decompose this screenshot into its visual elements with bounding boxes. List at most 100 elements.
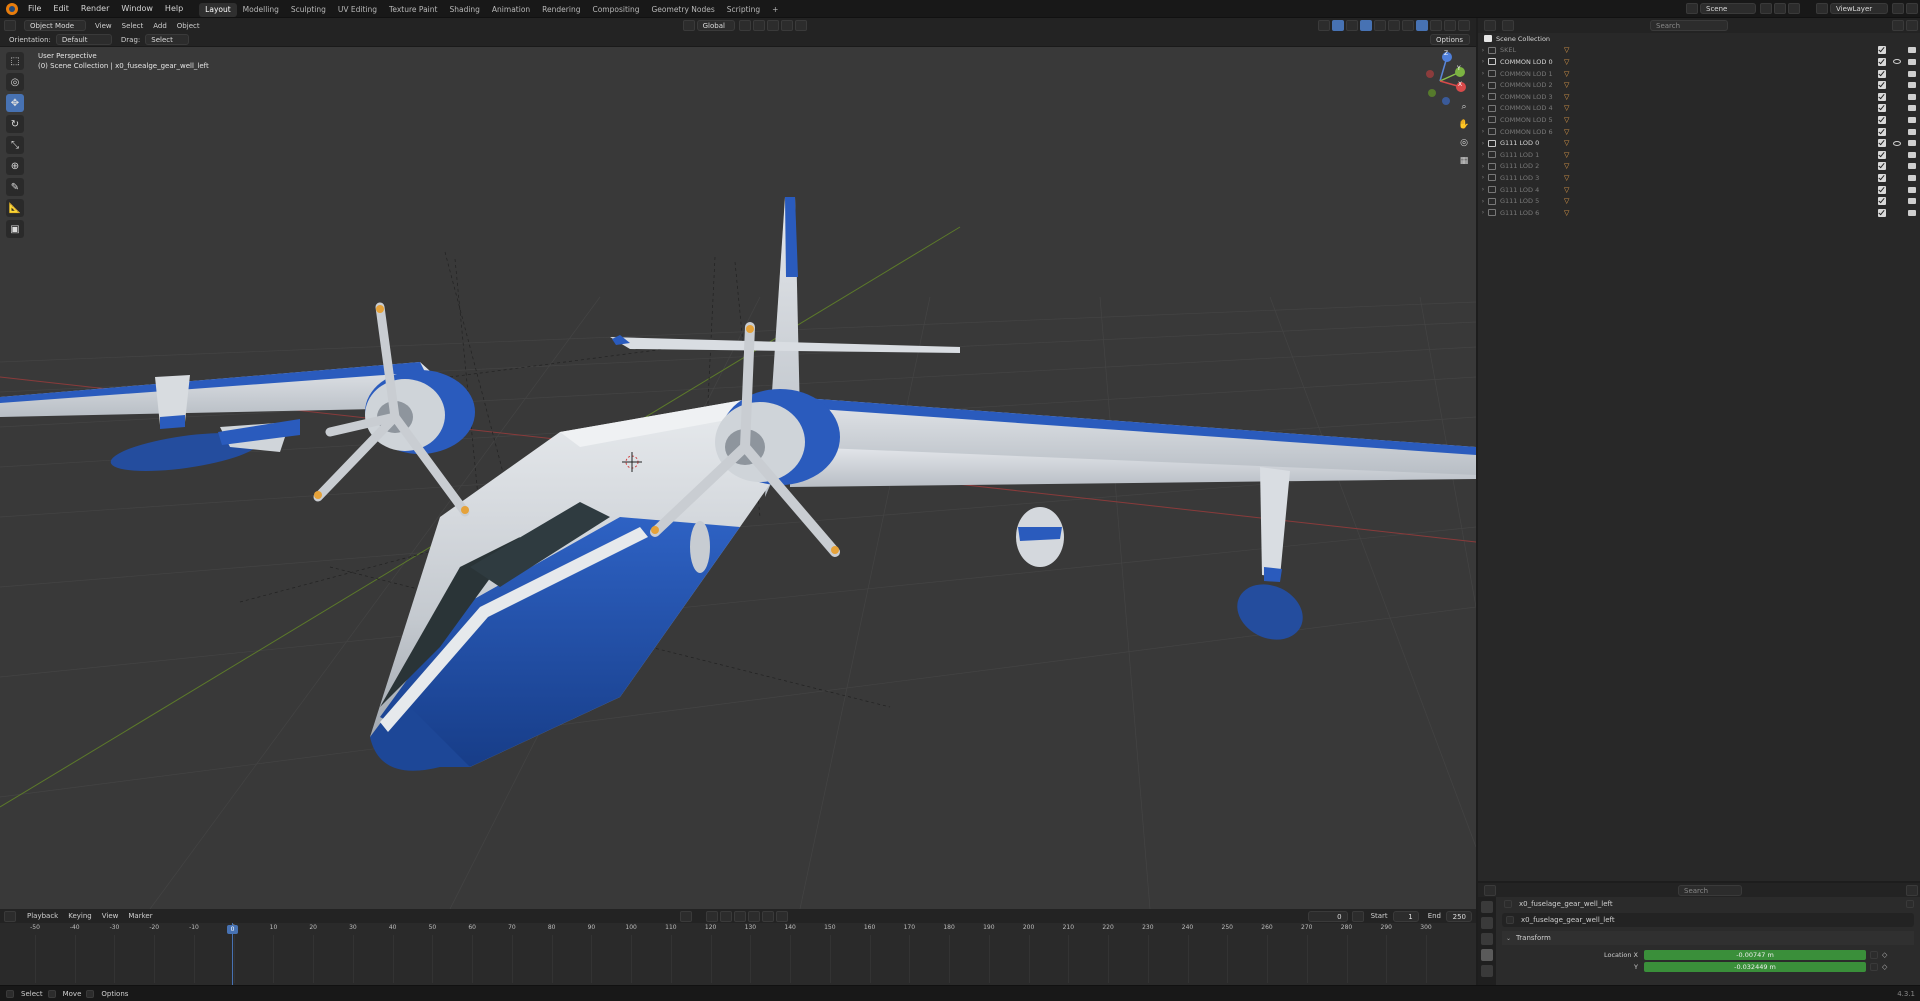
outliner-row[interactable]: › COMMON LOD 2 ▽: [1478, 79, 1920, 91]
render-tab-icon[interactable]: [1481, 917, 1493, 929]
tab-rendering[interactable]: Rendering: [536, 3, 586, 17]
tab-uv-editing[interactable]: UV Editing: [332, 3, 383, 17]
pin-properties-icon[interactable]: [1906, 900, 1914, 908]
eye-icon[interactable]: [1893, 59, 1901, 65]
tab-sculpting[interactable]: Sculpting: [285, 3, 332, 17]
mode-selector[interactable]: Object Mode: [24, 20, 86, 31]
options-dropdown[interactable]: Options: [1430, 34, 1470, 45]
outliner-row-label[interactable]: COMMON LOD 4: [1500, 104, 1562, 112]
lock-y-icon[interactable]: [1870, 962, 1878, 971]
annotate-tool-icon[interactable]: ✎: [6, 178, 24, 196]
expand-chevron-icon[interactable]: ›: [1478, 58, 1488, 65]
outliner-row-label[interactable]: COMMON LOD 3: [1500, 93, 1562, 101]
end-frame-field[interactable]: 250: [1446, 910, 1472, 922]
overlay-toggle-icon[interactable]: [1360, 20, 1372, 31]
expand-chevron-icon[interactable]: ›: [1478, 93, 1488, 100]
render-camera-icon[interactable]: [1908, 116, 1916, 123]
outliner-row[interactable]: › COMMON LOD 4 ▽: [1478, 103, 1920, 115]
blender-logo-icon[interactable]: [6, 2, 18, 15]
menu-file[interactable]: File: [22, 0, 47, 18]
exclude-checkbox[interactable]: [1878, 139, 1886, 148]
exclude-checkbox[interactable]: [1878, 208, 1886, 217]
outliner-row-label[interactable]: COMMON LOD 6: [1500, 128, 1562, 136]
outliner-row[interactable]: › G111 LOD 4 ▽: [1478, 184, 1920, 196]
outliner-row-label[interactable]: COMMON LOD 2: [1500, 81, 1562, 89]
snap-target-icon[interactable]: [766, 20, 779, 31]
render-camera-icon[interactable]: [1908, 47, 1916, 54]
jump-end-icon[interactable]: [775, 910, 788, 922]
auto-key-icon[interactable]: [679, 910, 692, 922]
gizmo-y-label[interactable]: Y: [1457, 65, 1461, 72]
timeline-ruler[interactable]: -50 -40 -30 -20 -10 0 10 20 30 40 50 60 70 80 90 100 110…: [0, 924, 1476, 936]
expand-chevron-icon[interactable]: ›: [1478, 70, 1488, 77]
outliner-row-label[interactable]: COMMON LOD 0: [1500, 58, 1562, 66]
menu-timeline-view[interactable]: View: [97, 912, 124, 920]
menu-window[interactable]: Window: [115, 0, 159, 18]
measure-tool-icon[interactable]: 📐: [6, 199, 24, 217]
expand-chevron-icon[interactable]: ›: [1478, 140, 1488, 147]
expand-chevron-icon[interactable]: ›: [1478, 198, 1488, 205]
render-camera-icon[interactable]: [1908, 140, 1916, 147]
rotate-tool-icon[interactable]: ↻: [6, 115, 24, 133]
exclude-checkbox[interactable]: [1878, 92, 1886, 101]
filter-icon[interactable]: [1892, 20, 1904, 31]
outliner-row-label[interactable]: G111 LOD 2: [1500, 162, 1562, 170]
xray-icon[interactable]: [1388, 20, 1400, 31]
playhead-frame-badge[interactable]: 0: [227, 925, 238, 934]
expand-chevron-icon[interactable]: ›: [1478, 174, 1488, 181]
outliner-row[interactable]: › G111 LOD 3 ▽: [1478, 172, 1920, 184]
3d-viewport[interactable]: User Perspective (0) Scene Collection | …: [0, 47, 1476, 909]
tab-layout[interactable]: Layout: [199, 2, 237, 17]
outliner-row-label[interactable]: G111 LOD 4: [1500, 186, 1562, 194]
render-camera-icon[interactable]: [1908, 163, 1916, 170]
shading-menu-icon[interactable]: [1458, 20, 1470, 31]
outliner-row-label[interactable]: G111 LOD 6: [1500, 209, 1562, 217]
editor-type-icon[interactable]: [4, 20, 16, 31]
outliner-row[interactable]: › G111 LOD 2 ▽: [1478, 161, 1920, 173]
exclude-checkbox[interactable]: [1878, 104, 1886, 113]
properties-search-input[interactable]: Search: [1678, 884, 1742, 896]
outliner-row[interactable]: › COMMON LOD 6 ▽: [1478, 126, 1920, 138]
preview-range-icon[interactable]: [1351, 910, 1364, 922]
menu-object[interactable]: Object: [172, 22, 205, 30]
eye-icon[interactable]: [1893, 140, 1901, 146]
render-camera-icon[interactable]: [1908, 93, 1916, 100]
visibility-icon[interactable]: [1318, 20, 1330, 31]
tab-compositing[interactable]: Compositing: [586, 3, 645, 17]
outliner-editor-type-icon[interactable]: [1484, 20, 1496, 31]
exclude-checkbox[interactable]: [1878, 127, 1886, 136]
outliner-row[interactable]: › G111 LOD 1 ▽: [1478, 149, 1920, 161]
expand-chevron-icon[interactable]: ›: [1478, 209, 1488, 216]
gizmo-menu-icon[interactable]: [1346, 20, 1358, 31]
gizmo-x-label[interactable]: X: [1458, 81, 1462, 88]
proportional-edit-icon[interactable]: [780, 20, 793, 31]
pan-hand-icon[interactable]: ✋: [1456, 117, 1472, 133]
cursor-tool-icon[interactable]: ◎: [6, 73, 24, 91]
play-reverse-icon[interactable]: [733, 910, 746, 922]
exclude-checkbox[interactable]: [1878, 115, 1886, 124]
shading-material-icon[interactable]: [1430, 20, 1442, 31]
proportional-falloff-icon[interactable]: [794, 20, 807, 31]
add-cube-tool-icon[interactable]: ▣: [6, 220, 24, 238]
expand-chevron-icon[interactable]: ›: [1478, 186, 1488, 193]
render-camera-icon[interactable]: [1908, 82, 1916, 89]
outliner-row-label[interactable]: G111 LOD 3: [1500, 174, 1562, 182]
render-camera-icon[interactable]: [1908, 198, 1916, 205]
new-collection-icon[interactable]: [1906, 20, 1918, 31]
render-camera-icon[interactable]: [1908, 58, 1916, 65]
object-tab-icon[interactable]: [1481, 949, 1493, 961]
tool-tab-icon[interactable]: [1481, 901, 1493, 913]
select-tool-icon[interactable]: ⬚: [6, 52, 24, 70]
menu-render[interactable]: Render: [75, 0, 115, 18]
exclude-checkbox[interactable]: [1878, 162, 1886, 171]
menu-help[interactable]: Help: [159, 0, 189, 18]
delete-scene-icon[interactable]: [1788, 3, 1800, 14]
render-camera-icon[interactable]: [1908, 105, 1916, 112]
start-frame-field[interactable]: 1: [1392, 910, 1419, 922]
outliner-row-label[interactable]: G111 LOD 5: [1500, 197, 1562, 205]
outliner-row-label[interactable]: G111 LOD 0: [1500, 139, 1562, 147]
keyframe-x-icon[interactable]: ◇: [1882, 951, 1887, 959]
outliner-row[interactable]: › COMMON LOD 1 ▽: [1478, 68, 1920, 80]
move-tool-icon[interactable]: ✥: [6, 94, 24, 112]
location-y-field[interactable]: -0.032449 m: [1644, 961, 1866, 972]
